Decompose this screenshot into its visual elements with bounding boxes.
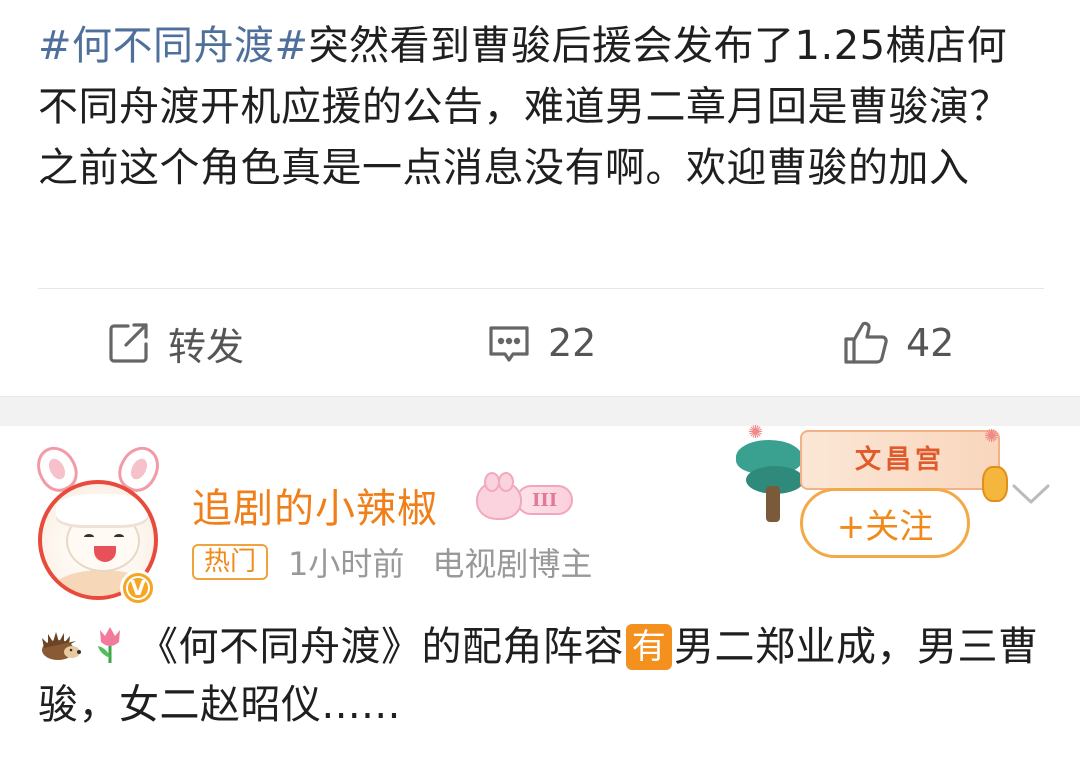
post-2-text: 《何不同舟渡》的配角阵容有男二郑业成，男三曹骏，女二赵昭仪......: [38, 618, 1048, 734]
hedgehog-emoji: [42, 632, 81, 660]
fan-level-badge[interactable]: III: [476, 472, 588, 522]
repost-icon: [109, 323, 148, 363]
like-button[interactable]: 42: [842, 320, 954, 366]
post-time: 1小时前: [288, 545, 405, 583]
username[interactable]: 追剧的小辣椒: [192, 476, 438, 534]
verified-badge-icon: V: [120, 570, 156, 606]
repost-button[interactable]: 转发: [106, 320, 244, 369]
post-1-text: #何不同舟渡#突然看到曹骏后援会发布了1.25横店何不同舟渡开机应援的公告，难道…: [38, 16, 1038, 199]
tulip-emoji: [98, 627, 120, 663]
chevron-down-icon[interactable]: [1006, 474, 1056, 514]
like-count: 42: [906, 321, 955, 365]
comment-count: 22: [548, 321, 597, 365]
avatar[interactable]: V: [28, 439, 167, 608]
comment-icon: [489, 326, 529, 362]
hashtag-link[interactable]: #何不同舟渡#: [38, 23, 309, 69]
lantern-icon: [982, 466, 1008, 502]
post-meta: 热门 1小时前 电视剧博主: [192, 542, 593, 583]
level-label: III: [516, 485, 574, 515]
like-icon: [844, 321, 888, 364]
divider: [38, 288, 1044, 289]
feed-separator: [0, 396, 1080, 426]
comment-button[interactable]: 22: [486, 320, 596, 366]
decoration-banner: 文昌宫: [800, 430, 1000, 490]
bunny-icon: [476, 472, 522, 520]
firework-icon: ✺: [748, 422, 764, 443]
firework-icon: ✺: [984, 426, 1000, 447]
you-emoji: 有: [626, 624, 672, 670]
post-2-body-part1: 《何不同舟渡》的配角阵容: [138, 624, 624, 670]
post-1-action-bar: 转发 22 42: [0, 290, 1080, 396]
post-card-2: V 追剧的小辣椒 III 热门 1小时前 电视剧博主 文昌宫 ✺ ✺ +关注 《…: [0, 422, 1080, 758]
hot-badge: 热门: [192, 544, 269, 580]
follow-button[interactable]: +关注: [800, 488, 970, 558]
post-card-1: #何不同舟渡#突然看到曹骏后援会发布了1.25横店何不同舟渡开机应援的公告，难道…: [0, 0, 1080, 396]
user-role: 电视剧博主: [432, 545, 593, 583]
repost-label: 转发: [168, 324, 245, 369]
